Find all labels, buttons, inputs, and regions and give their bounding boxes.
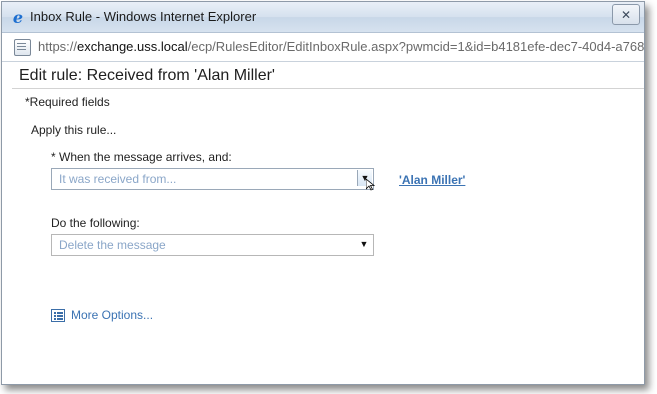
rule-editor: Edit rule: Received from 'Alan Miller' *… [2,62,644,384]
url-text[interactable]: https://exchange.uss.local/ecp/RulesEdit… [38,39,645,54]
url-host: exchange.uss.local [77,39,188,54]
condition-value: It was received from... [59,172,177,186]
title-divider [12,88,644,89]
condition-label: * When the message arrives, and: [51,150,232,164]
sender-link[interactable]: 'Alan Miller' [399,173,465,187]
action-value: Delete the message [59,238,166,252]
condition-select[interactable]: It was received from... ▼ [51,168,374,190]
apply-rule-label: Apply this rule... [31,123,117,137]
page-title: Edit rule: Received from 'Alan Miller' [19,67,275,84]
required-fields-note: *Required fields [25,95,110,109]
action-select[interactable]: Delete the message ▼ [51,234,374,256]
close-icon: ✕ [620,7,632,22]
close-button[interactable]: ✕ [612,4,640,25]
window-title: Inbox Rule - Windows Internet Explorer [30,9,257,24]
chevron-down-icon[interactable]: ▼ [359,239,369,249]
ie-logo-icon: e [12,7,24,27]
page-icon [14,39,31,56]
more-options-link[interactable]: More Options... [51,306,153,324]
address-bar[interactable]: https://exchange.uss.local/ecp/RulesEdit… [2,33,644,62]
browser-window: e Inbox Rule - Windows Internet Explorer… [1,1,645,385]
url-path: /ecp/RulesEditor/EditInboxRule.aspx?pwmc… [187,39,645,54]
url-scheme: https:// [38,39,78,54]
list-icon [51,308,65,322]
more-options-label: More Options... [71,308,154,322]
action-label: Do the following: [51,216,140,230]
title-bar: e Inbox Rule - Windows Internet Explorer… [2,2,644,33]
mouse-cursor-icon [366,179,376,191]
